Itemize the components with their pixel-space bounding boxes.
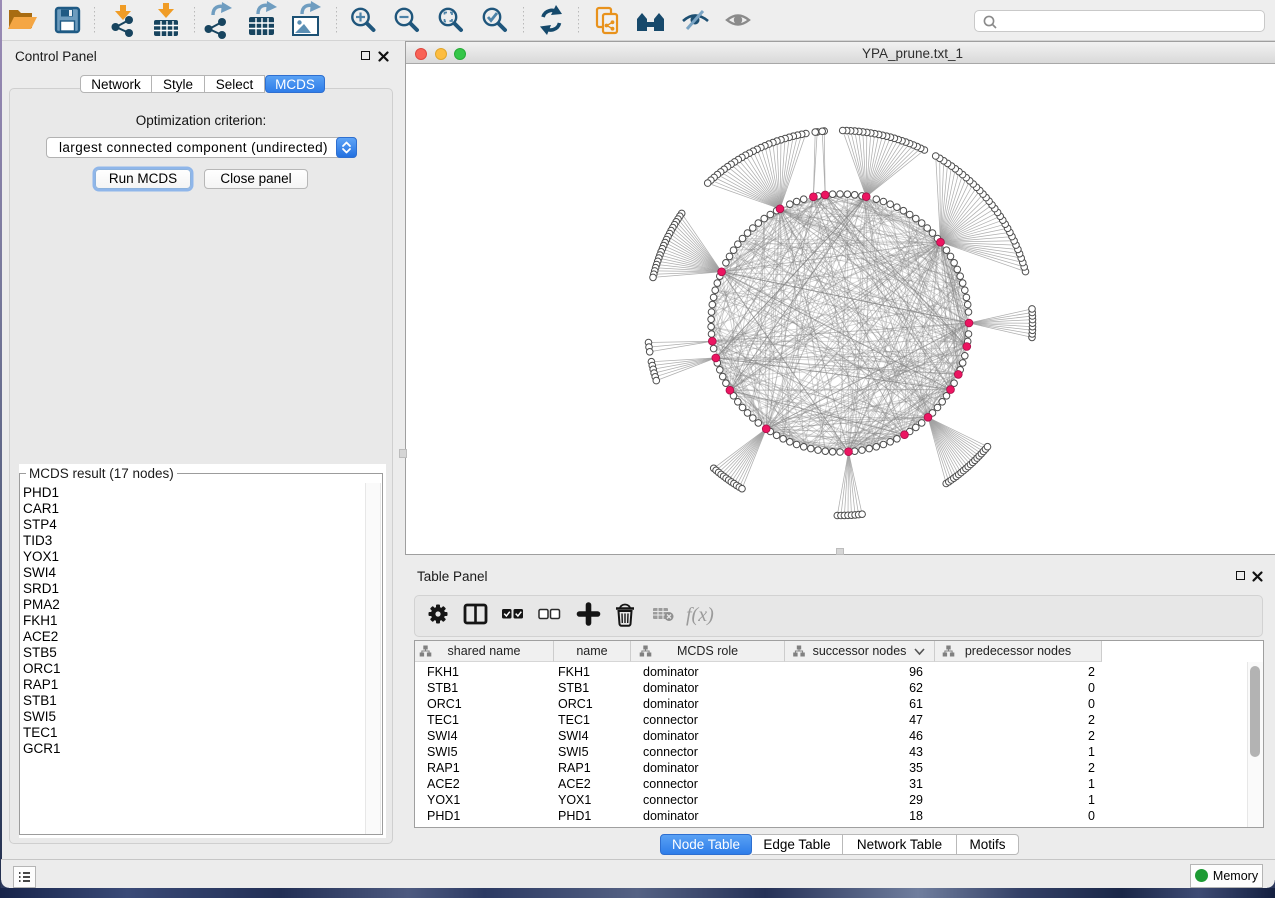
svg-text:f(x): f(x) [686,604,714,626]
